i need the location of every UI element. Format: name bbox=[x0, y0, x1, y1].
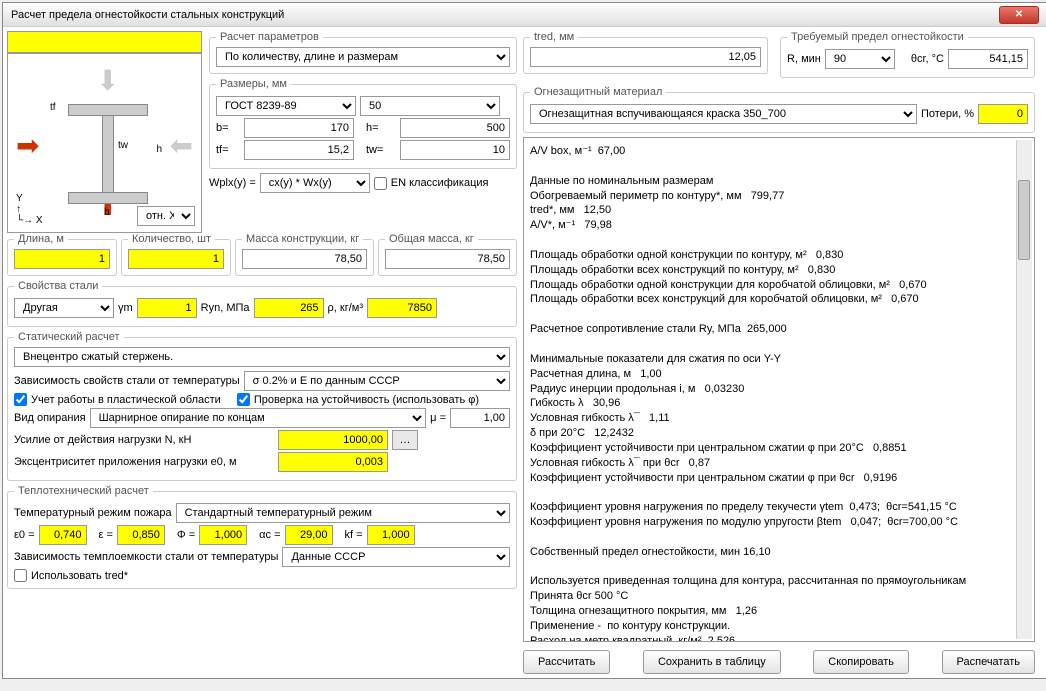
ym-input[interactable] bbox=[137, 298, 197, 318]
axis-select[interactable]: отн. X-X bbox=[137, 206, 195, 226]
profile-type[interactable]: Двутавр bbox=[7, 31, 202, 53]
print-button[interactable]: Распечатать bbox=[942, 650, 1035, 674]
h-input[interactable] bbox=[400, 118, 510, 138]
sizes-group: Размеры, мм ГОСТ 8239-89 50 b= h= tf= tw… bbox=[209, 78, 517, 169]
copy-button[interactable]: Скопировать bbox=[813, 650, 909, 674]
section-diagram: ⬇ ⬅ ➡ ⬆ tf h tw b Y↑└→ X отн. X-X bbox=[7, 53, 202, 233]
kf-input[interactable] bbox=[367, 525, 415, 545]
window-title: Расчет предела огнестойкости стальных ко… bbox=[11, 9, 284, 21]
calculate-button[interactable]: Рассчитать bbox=[523, 650, 610, 674]
static-type-select[interactable]: Внецентро сжатый стержень. bbox=[14, 347, 510, 367]
titlebar: Расчет предела огнестойкости стальных ко… bbox=[3, 3, 1046, 27]
size-num-select[interactable]: 50 bbox=[360, 96, 500, 116]
force-options-button[interactable]: … bbox=[392, 430, 418, 450]
scrollbar[interactable] bbox=[1016, 140, 1032, 639]
en-class-check[interactable]: EN классификация bbox=[374, 177, 489, 190]
phi-input[interactable] bbox=[199, 525, 247, 545]
tred-input[interactable] bbox=[530, 47, 761, 67]
rmin-select[interactable]: 90 bbox=[825, 49, 895, 69]
rho-input[interactable] bbox=[367, 298, 437, 318]
force-input[interactable] bbox=[278, 430, 388, 450]
tcr-input[interactable] bbox=[948, 49, 1028, 69]
calc-params-group: Расчет параметров По количеству, длине и… bbox=[209, 31, 517, 74]
tw-input[interactable] bbox=[400, 140, 510, 160]
close-button[interactable]: ✕ bbox=[999, 6, 1039, 24]
calc-params-select[interactable]: По количеству, длине и размерам bbox=[216, 47, 510, 67]
b-input[interactable] bbox=[244, 118, 354, 138]
heatcap-select[interactable]: Данные СССР bbox=[282, 547, 510, 567]
stability-check[interactable]: Проверка на устойчивость (использовать φ… bbox=[237, 393, 479, 406]
steel-type-select[interactable]: Другая bbox=[14, 298, 114, 318]
protect-group: Огнезащитный материал Огнезащитная вспуч… bbox=[523, 86, 1035, 133]
steel-group: Свойства стали Другая γm Ryn, МПа ρ, кг/… bbox=[7, 280, 517, 327]
ecc-input[interactable] bbox=[278, 452, 388, 472]
fire-regime-select[interactable]: Стандартный температурный режим bbox=[176, 503, 510, 523]
static-group: Статический расчет Внецентро сжатый стер… bbox=[7, 331, 517, 481]
ryn-input[interactable] bbox=[254, 298, 324, 318]
mass-input[interactable] bbox=[242, 249, 367, 269]
e0-input[interactable] bbox=[39, 525, 87, 545]
steel-dep-select[interactable]: σ 0.2% и E по данным СССР bbox=[244, 371, 510, 391]
e-input[interactable] bbox=[117, 525, 165, 545]
thermo-group: Теплотехнический расчет Температурный ре… bbox=[7, 485, 517, 589]
plastic-check[interactable]: Учет работы в пластической области bbox=[14, 393, 221, 406]
loss-input[interactable] bbox=[978, 104, 1028, 124]
tf-input[interactable] bbox=[244, 140, 354, 160]
mu-input[interactable] bbox=[450, 408, 510, 428]
gost-select[interactable]: ГОСТ 8239-89 bbox=[216, 96, 356, 116]
save-button[interactable]: Сохранить в таблицу bbox=[643, 650, 781, 674]
support-select[interactable]: Шарнирное опирание по концам bbox=[90, 408, 427, 428]
wplx-select[interactable]: cx(y) * Wx(y) bbox=[260, 173, 370, 193]
qty-input[interactable] bbox=[128, 249, 224, 269]
usetred-check[interactable]: Использовать tred* bbox=[14, 569, 510, 582]
material-select[interactable]: Огнезащитная вспучивающаяся краска 350_7… bbox=[530, 104, 917, 124]
ac-input[interactable] bbox=[285, 525, 333, 545]
totalmass-input[interactable] bbox=[385, 249, 510, 269]
length-input[interactable] bbox=[14, 249, 110, 269]
results-output: A/V box, м⁻¹ 67,00 Данные по номинальным… bbox=[523, 137, 1035, 642]
